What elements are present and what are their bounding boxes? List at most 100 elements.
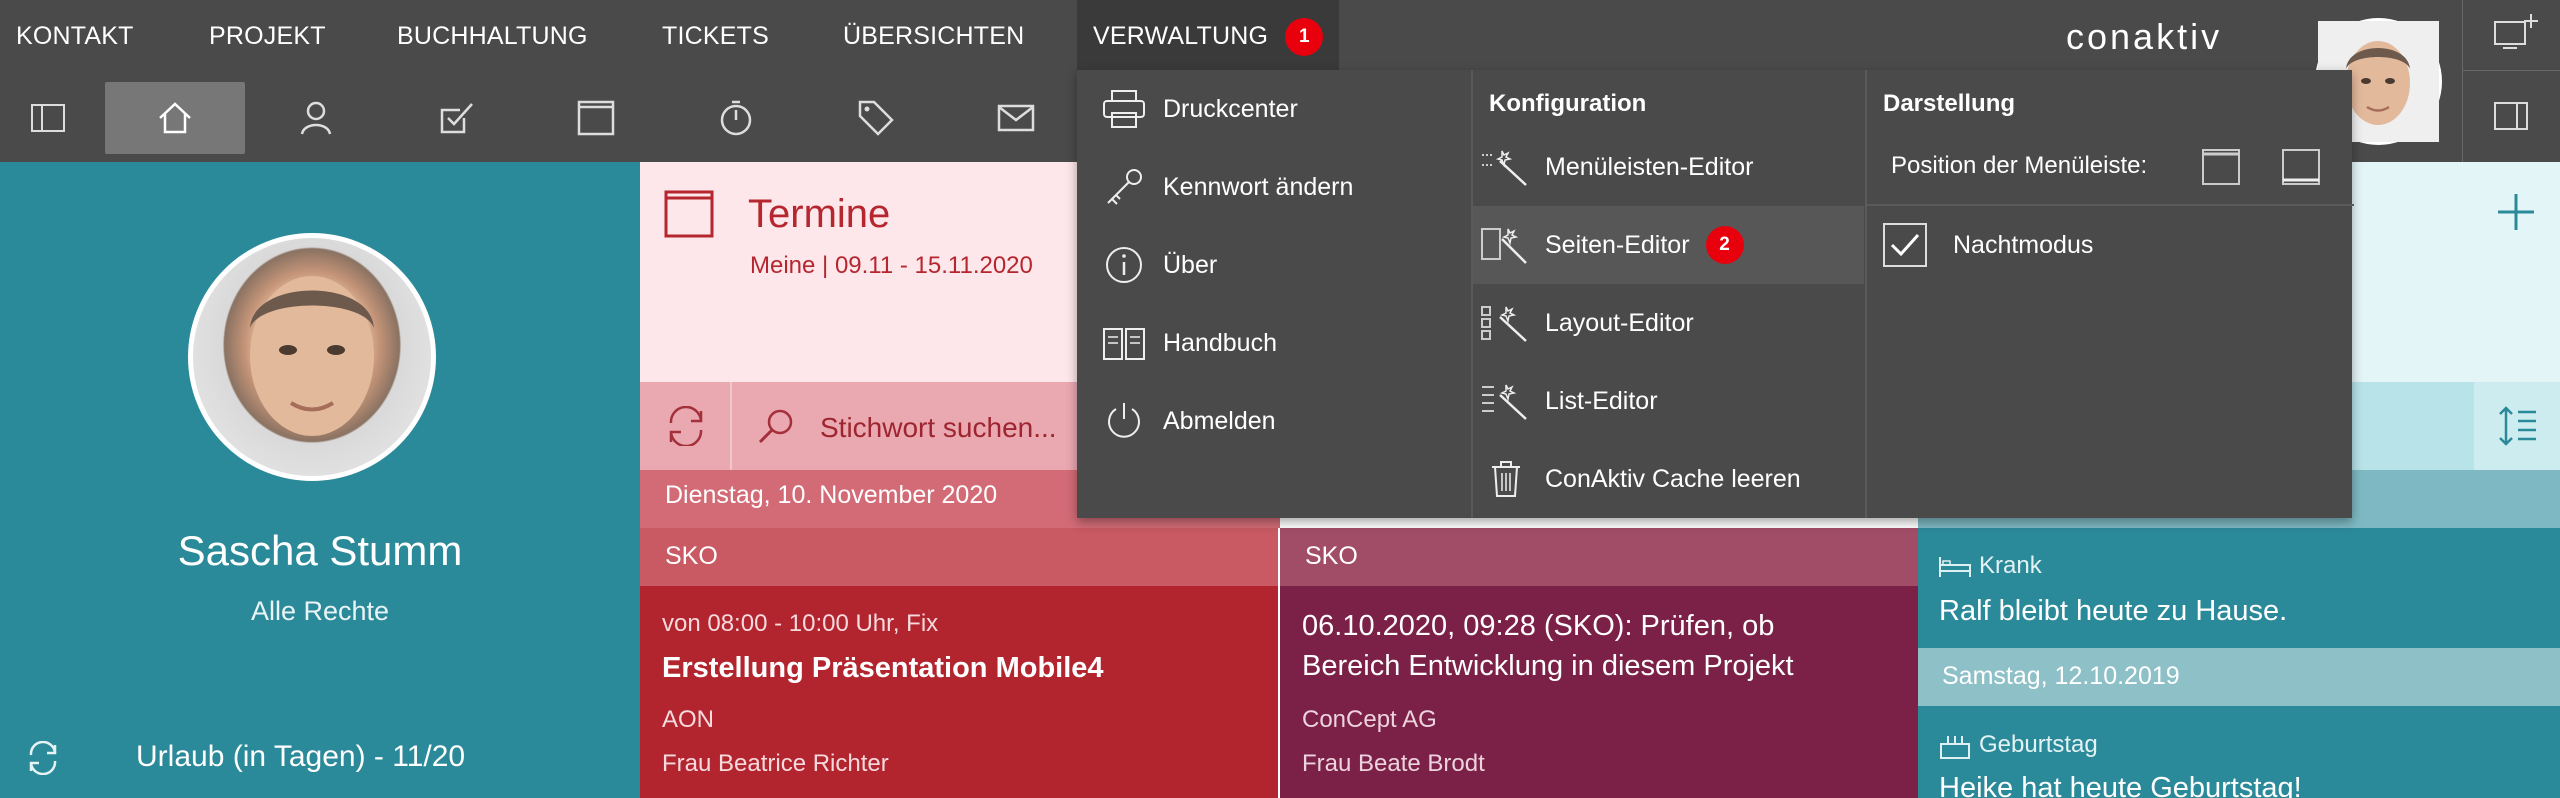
- magic-wand-icon: [1481, 306, 1527, 342]
- menu-position-top-icon[interactable]: [2201, 148, 2241, 186]
- profile-role: Alle Rechte: [250, 596, 390, 626]
- menu-item-menuleisten-editor[interactable]: Menüleisten-Editor: [1473, 128, 1864, 206]
- appointment-title: Erstellung Präsentation Mobile4: [662, 652, 1104, 684]
- menu-uebersichten[interactable]: ÜBERSICHTEN: [843, 0, 1024, 70]
- notification-badge: 1: [1285, 18, 1324, 57]
- menu-verwaltung[interactable]: VERWALTUNG 1: [1077, 0, 1340, 70]
- search-input[interactable]: Stichwort suchen...: [820, 412, 1057, 444]
- menu-item-label: List-Editor: [1545, 386, 1658, 415]
- timer-button[interactable]: [666, 82, 806, 154]
- menu-item-label: Seiten-Editor: [1545, 230, 1690, 259]
- menu-item-list-editor[interactable]: List-Editor: [1473, 362, 1864, 440]
- refresh-icon[interactable]: [25, 741, 61, 775]
- power-icon: [1108, 403, 1140, 438]
- tasks-button[interactable]: [386, 82, 526, 154]
- menu-item-label: Druckcenter: [1163, 94, 1298, 123]
- vacation-counter: Urlaub (in Tagen) - 11/20: [136, 740, 466, 773]
- section-heading: Darstellung: [1883, 90, 2016, 117]
- dropdown-column-konfiguration: Konfiguration Menüleisten-Editor Seiten-…: [1471, 70, 1864, 518]
- book-icon: [1103, 328, 1145, 360]
- appointment-person: Frau Beatrice Richter: [662, 750, 889, 777]
- person-icon: [300, 101, 332, 135]
- menu-projekt[interactable]: PROJEKT: [209, 0, 326, 70]
- calendar-icon: [664, 190, 714, 238]
- menu-kontakt[interactable]: KONTAKT: [16, 0, 134, 70]
- menu-position-label: Position der Menüleiste:: [1891, 152, 2148, 179]
- menu-item-kennwort-aendern[interactable]: Kennwort ändern: [1077, 148, 1470, 226]
- sidebar-toggle-button[interactable]: [0, 82, 118, 154]
- appointment-card[interactable]: von 08:00 - 10:00 Uhr, Fix Erstellung Pr…: [640, 586, 1278, 798]
- date-label: Dienstag, 10. November 2020: [665, 481, 998, 509]
- divider: [2463, 70, 2560, 71]
- group-label: SKO: [665, 542, 718, 570]
- menu-item-cache-leeren[interactable]: ConAktiv Cache leeren: [1473, 440, 1864, 518]
- verwaltung-dropdown: Druckcenter Kennwort ändern Über Handbuc…: [1077, 70, 2354, 518]
- night-mode-label: Nachtmodus: [1953, 230, 2094, 259]
- mail-button[interactable]: [946, 82, 1086, 154]
- tags-button[interactable]: [806, 82, 946, 154]
- timer-icon: [720, 100, 752, 136]
- menu-item-abmelden[interactable]: Abmelden: [1077, 382, 1470, 460]
- right-sidebar-controls: [2462, 0, 2560, 162]
- magic-wand-icon: [1481, 228, 1527, 264]
- home-button[interactable]: [105, 82, 245, 154]
- termine-filter[interactable]: Meine | 09.11 - 15.11.2020: [750, 252, 1033, 280]
- menu-buchhaltung[interactable]: BUCHHALTUNG: [397, 0, 588, 70]
- conaktiv-logo: conaktiv: [2066, 16, 2223, 57]
- absence-type: Krank: [1979, 552, 2042, 579]
- menu-item-label: Menüleisten-Editor: [1545, 152, 1754, 181]
- checkbox[interactable]: [1883, 223, 1927, 267]
- night-mode-toggle[interactable]: Nachtmodus: [1867, 206, 2352, 284]
- add-icon[interactable]: [2496, 192, 2536, 232]
- task-company: ConCept AG: [1302, 706, 1437, 733]
- search-icon: [758, 409, 793, 444]
- avatar[interactable]: [188, 233, 436, 481]
- trash-icon: [1492, 461, 1520, 497]
- menu-item-druckcenter[interactable]: Druckcenter: [1077, 70, 1470, 148]
- date-label: Samstag, 12.10.2019: [1942, 662, 2180, 690]
- magic-wand-icon: [1482, 150, 1527, 186]
- key-icon: [1107, 169, 1142, 205]
- menu-item-layout-editor[interactable]: Layout-Editor: [1473, 284, 1864, 362]
- calendar-button[interactable]: [526, 82, 666, 154]
- menu-item-label: Über: [1163, 250, 1218, 279]
- menu-position-bottom-icon[interactable]: [2281, 148, 2321, 186]
- menu-item-seiten-editor[interactable]: Seiten-Editor 2: [1473, 206, 1864, 284]
- event-text[interactable]: Heike hat heute Geburtstag!: [1939, 772, 2302, 798]
- menu-item-label: Kennwort ändern: [1163, 172, 1354, 201]
- dropdown-column-darstellung: Darstellung Position der Menüleiste: Nac…: [1865, 70, 2354, 518]
- menu-item-label: Handbuch: [1163, 328, 1277, 357]
- birthday-cake-icon: [1940, 736, 1970, 759]
- task-card[interactable]: 06.10.2020, 09:28 (SKO): Prüfen, ob Bere…: [1280, 586, 1918, 798]
- refresh-icon[interactable]: [664, 406, 708, 446]
- home-icon: [159, 102, 191, 134]
- notification-badge: 2: [1705, 226, 1744, 264]
- menu-item-label: ConAktiv Cache leeren: [1545, 464, 1801, 493]
- add-screen-icon[interactable]: [2493, 12, 2539, 52]
- contacts-button[interactable]: [246, 82, 386, 154]
- section-heading: Konfiguration: [1489, 90, 1647, 117]
- menu-tickets[interactable]: TICKETS: [662, 0, 769, 70]
- line-spacing-icon: [2499, 406, 2536, 446]
- menu-item-handbuch[interactable]: Handbuch: [1077, 304, 1470, 382]
- appointment-company: AON: [662, 706, 715, 733]
- task-person: Frau Beate Brodt: [1302, 750, 1485, 777]
- appointment-time: von 08:00 - 10:00 Uhr, Fix: [662, 610, 939, 637]
- group-label: SKO: [1305, 542, 1358, 570]
- bed-icon: [1939, 557, 1971, 577]
- checkmark-icon: [1890, 233, 1920, 257]
- dropdown-column-general: Druckcenter Kennwort ändern Über Handbuc…: [1077, 70, 1470, 518]
- termine-title[interactable]: Termine: [748, 192, 890, 237]
- sidebar-right-toggle-icon[interactable]: [2493, 101, 2529, 131]
- task-title-line1: 06.10.2020, 09:28 (SKO): Prüfen, ob: [1302, 610, 1775, 642]
- absence-text[interactable]: Ralf bleibt heute zu Hause.: [1939, 595, 2287, 628]
- menu-position-row: Position der Menüleiste:: [1867, 128, 2354, 206]
- menu-verwaltung-label: VERWALTUNG: [1093, 22, 1269, 50]
- menu-item-label: Abmelden: [1163, 406, 1276, 435]
- info-icon: [1106, 247, 1142, 283]
- group-header: SKO: [640, 528, 1278, 586]
- menu-item-ueber[interactable]: Über: [1077, 226, 1470, 304]
- tag-icon: [858, 100, 894, 136]
- mail-icon: [997, 104, 1035, 132]
- top-menu-bar: KONTAKT PROJEKT BUCHHALTUNG TICKETS ÜBER…: [0, 0, 2560, 70]
